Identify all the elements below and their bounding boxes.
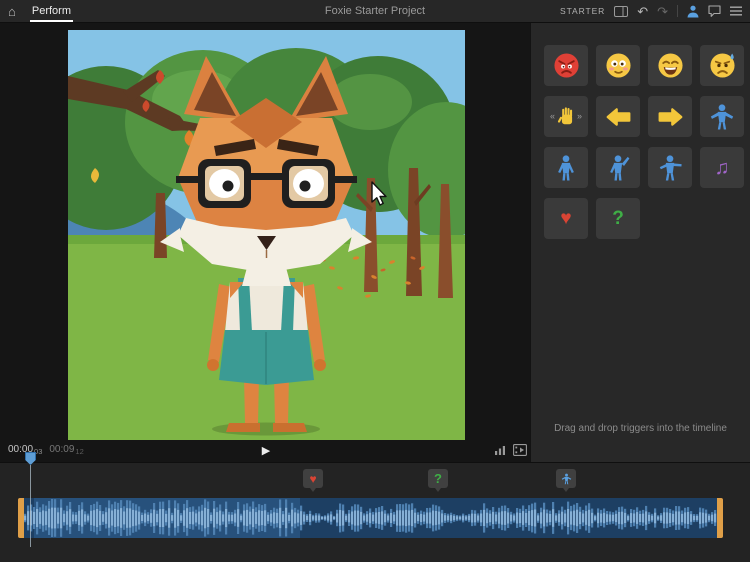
sad-face-icon <box>709 52 736 79</box>
redo-icon[interactable]: ↷ <box>657 5 668 18</box>
pose-one-arm-up-icon <box>605 154 631 182</box>
trigger-flushed-face[interactable] <box>596 45 640 86</box>
stage-scene[interactable] <box>68 30 465 440</box>
total-frames: 12 <box>75 447 83 456</box>
timeline-marker-question[interactable]: ? <box>428 469 448 488</box>
starter-mode-label: STARTER <box>560 6 605 16</box>
timeline-marker-pose[interactable] <box>556 469 576 488</box>
heart-icon: ♥ <box>560 209 571 228</box>
trigger-pose-arms-forward[interactable] <box>648 147 692 188</box>
trigger-heart[interactable]: ♥ <box>544 198 588 239</box>
wave-hand-icon <box>556 105 576 128</box>
wave-quote-close: » <box>577 112 582 121</box>
topbar-divider <box>677 5 678 17</box>
music-note-icon: ♫ <box>715 158 730 178</box>
trigger-music-note[interactable]: ♫ <box>700 147 744 188</box>
stage-view[interactable] <box>0 23 530 462</box>
tab-perform[interactable]: Perform <box>30 0 73 22</box>
trim-handle-right[interactable] <box>717 498 723 538</box>
arms-out-pose-icon <box>709 103 735 131</box>
puppet-icon[interactable] <box>687 5 699 18</box>
flushed-face-icon <box>605 52 632 79</box>
comments-icon[interactable] <box>708 5 721 17</box>
triggers-panel: « » <box>530 23 750 462</box>
scene-icon[interactable] <box>513 444 527 456</box>
point-right-hand-icon <box>657 105 684 129</box>
trigger-laughing-face[interactable] <box>648 45 692 86</box>
trigger-arms-out-pose[interactable] <box>700 96 744 137</box>
total-time: 00:09 <box>49 444 74 455</box>
pose-arms-forward-icon <box>657 154 683 182</box>
topbar-actions: STARTER ↶ ↷ <box>560 0 742 22</box>
trigger-wave-hand[interactable]: « » <box>544 96 588 137</box>
angry-face-icon <box>553 52 580 79</box>
pose-arms-down-icon <box>553 154 579 182</box>
trigger-sad-face[interactable] <box>700 45 744 86</box>
question-mark-icon: ? <box>434 472 442 485</box>
undo-icon[interactable]: ↶ <box>637 5 648 18</box>
audio-levels-icon[interactable] <box>494 444 506 456</box>
starter-panel-icon[interactable] <box>614 6 628 17</box>
timeline-marker-heart[interactable]: ♥ <box>303 469 323 488</box>
transport-bar: 00:000300:0912 ▶ <box>0 440 530 462</box>
trigger-pose-arms-down[interactable] <box>544 147 588 188</box>
arms-out-pose-icon <box>561 473 572 485</box>
audio-track[interactable] <box>18 498 723 538</box>
trigger-point-left-hand[interactable] <box>596 96 640 137</box>
trigger-point-right-hand[interactable] <box>648 96 692 137</box>
heart-icon: ♥ <box>309 473 316 485</box>
timecode: 00:000300:0912 <box>8 444 84 455</box>
home-icon[interactable]: ⌂ <box>8 5 16 18</box>
triggers-hint: Drag and drop triggers into the timeline <box>531 423 750 434</box>
top-bar: ⌂ Perform Foxie Starter Project STARTER … <box>0 0 750 23</box>
waveform[interactable] <box>24 498 717 538</box>
trigger-question-mark[interactable]: ? <box>596 198 640 239</box>
menu-icon[interactable] <box>730 6 742 16</box>
laughing-face-icon <box>657 52 684 79</box>
question-mark-icon: ? <box>612 209 624 228</box>
play-button[interactable]: ▶ <box>255 441 277 461</box>
trigger-pose-one-arm-up[interactable] <box>596 147 640 188</box>
wave-quote-open: « <box>550 112 555 121</box>
playhead-line <box>30 465 31 547</box>
point-left-hand-icon <box>605 105 632 129</box>
trigger-angry-face[interactable] <box>544 45 588 86</box>
timeline[interactable]: ♥ ? <box>0 462 750 562</box>
